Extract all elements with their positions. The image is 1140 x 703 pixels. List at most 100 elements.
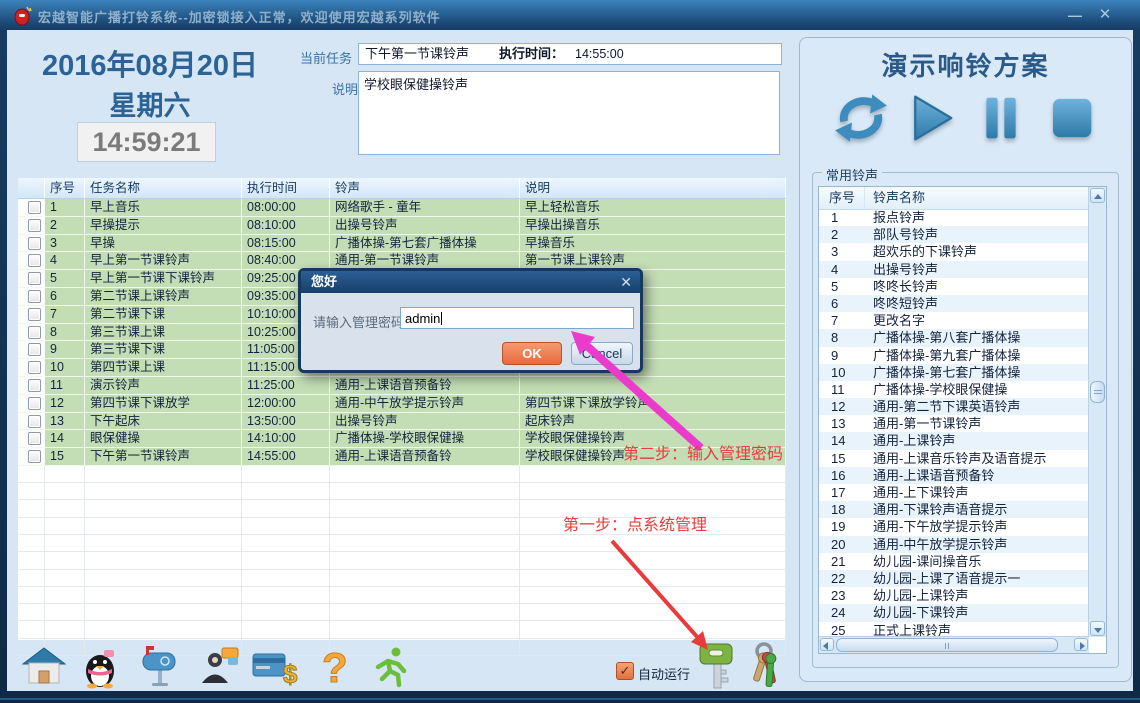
play-icon[interactable] <box>904 90 958 146</box>
row-checkbox[interactable] <box>28 201 41 214</box>
empty-cell <box>85 621 242 637</box>
stop-icon[interactable] <box>1044 90 1098 146</box>
list-item[interactable]: 6咚咚短铃声 <box>819 295 1089 312</box>
list-item[interactable]: 14通用-上课铃声 <box>819 432 1089 449</box>
list-item[interactable]: 8广播体操-第八套广播体操 <box>819 329 1089 346</box>
table-row[interactable]: 12第四节课下课放学12:00:00通用-中午放学提示铃声第四节课下课放学铃声 <box>18 395 786 413</box>
clock-display: 14:59:21 <box>77 122 216 162</box>
scroll-right-button[interactable] <box>1074 638 1088 651</box>
table-row[interactable]: 3早操08:15:00广播体操-第七套广播体操早操音乐 <box>18 235 786 253</box>
horizontal-scrollbar[interactable] <box>819 636 1089 653</box>
empty-cell <box>85 483 242 499</box>
row-checkbox[interactable] <box>28 290 41 303</box>
empty-cell <box>85 500 242 516</box>
list-item[interactable]: 16通用-上课语音预备铃 <box>819 467 1089 484</box>
list-item[interactable]: 2部队号铃声 <box>819 226 1089 243</box>
list-item[interactable]: 20通用-中午放学提示铃声 <box>819 536 1089 553</box>
row-checkbox[interactable] <box>28 432 41 445</box>
scroll-down-button[interactable] <box>1090 621 1105 636</box>
table-cell: 8 <box>45 324 85 341</box>
empty-cell <box>85 570 242 586</box>
minimize-button[interactable]: — <box>1062 5 1088 25</box>
list-item-name: 幼儿园-上课了语音提示一 <box>865 570 1020 587</box>
list-item[interactable]: 23幼儿园-上课铃声 <box>819 587 1089 604</box>
table-cell: 出操号铃声 <box>330 413 520 430</box>
row-checkbox[interactable] <box>28 397 41 410</box>
mailbox-icon[interactable] <box>138 645 182 689</box>
list-item[interactable]: 12通用-第二节下课英语铃声 <box>819 398 1089 415</box>
list-item[interactable]: 4出操号铃声 <box>819 261 1089 278</box>
row-checkbox[interactable] <box>28 361 41 374</box>
row-checkbox[interactable] <box>28 308 41 321</box>
close-button[interactable]: ✕ <box>1092 5 1118 25</box>
password-input[interactable]: admin <box>400 307 634 329</box>
row-checkbox[interactable] <box>28 379 41 392</box>
row-checkbox[interactable] <box>28 415 41 428</box>
list-item[interactable]: 15通用-上课音乐铃声及语音提示 <box>819 450 1089 467</box>
list-item[interactable]: 3超欢乐的下课铃声 <box>819 243 1089 260</box>
list-item[interactable]: 7更改名字 <box>819 312 1089 329</box>
window-title: 宏越智能广播打铃系统--加密锁接入正常，欢迎使用宏越系列软件 <box>38 7 441 26</box>
help-icon[interactable]: ? <box>314 645 358 689</box>
auto-run-checkbox[interactable]: ✓ <box>616 662 634 680</box>
exit-runner-icon[interactable] <box>368 645 412 689</box>
table-row[interactable]: 2早操提示08:10:00出操号铃声早操出操音乐 <box>18 217 786 235</box>
payment-card-icon[interactable]: $ <box>251 645 301 689</box>
list-item[interactable]: 18通用-下课铃声语音提示 <box>819 501 1089 518</box>
ok-button[interactable]: OK <box>502 342 562 365</box>
list-item[interactable]: 1报点铃声 <box>819 209 1089 226</box>
scroll-left-button[interactable] <box>820 638 834 651</box>
table-cell: 第四节课上课 <box>85 359 242 376</box>
qq-penguin-icon[interactable] <box>78 645 122 689</box>
empty-cell <box>85 552 242 568</box>
empty-cell <box>18 483 45 499</box>
home-icon[interactable] <box>22 645 66 689</box>
row-checkbox[interactable] <box>28 326 41 339</box>
horizontal-scroll-thumb[interactable] <box>836 638 1058 652</box>
row-checkbox[interactable] <box>28 450 41 463</box>
bell-list-header: 序号 铃声名称 <box>819 187 1089 210</box>
title-bar: 宏越智能广播打铃系统--加密锁接入正常，欢迎使用宏越系列软件 — ✕ <box>0 0 1140 30</box>
row-checkbox[interactable] <box>28 272 41 285</box>
vertical-scroll-thumb[interactable] <box>1090 381 1105 403</box>
list-item[interactable]: 5咚咚长铃声 <box>819 278 1089 295</box>
list-item-name: 更改名字 <box>865 312 925 329</box>
table-row[interactable]: 13下午起床13:50:00出操号铃声起床铃声 <box>18 413 786 431</box>
current-task-field[interactable]: 下午第一节课铃声 执行时间： 14:55:00 <box>358 43 782 65</box>
list-item[interactable]: 17通用-上下课铃声 <box>819 484 1089 501</box>
dialog-title: 您好 <box>301 271 640 293</box>
scroll-up-button[interactable] <box>1090 188 1105 203</box>
table-row[interactable]: 11演示铃声11:25:00通用-上课语音预备铃 <box>18 377 786 395</box>
cancel-button[interactable]: Cancel <box>571 342 633 365</box>
table-cell: 14:10:00 <box>242 430 330 447</box>
list-item[interactable]: 19通用-下午放学提示铃声 <box>819 518 1089 535</box>
list-item[interactable]: 9广播体操-第九套广播体操 <box>819 347 1089 364</box>
list-item[interactable]: 21幼儿园-课间操音乐 <box>819 553 1089 570</box>
keys-bundle-icon[interactable] <box>740 642 784 692</box>
table-cell: 早上音乐 <box>85 199 242 216</box>
pause-icon[interactable] <box>974 90 1028 146</box>
list-item[interactable]: 13通用-第一节课铃声 <box>819 415 1089 432</box>
svg-text:?: ? <box>322 645 348 689</box>
list-item-name: 咚咚长铃声 <box>865 278 938 295</box>
description-field[interactable]: 学校眼保健操铃声 <box>358 71 780 155</box>
list-item[interactable]: 10广播体操-第七套广播体操 <box>819 364 1089 381</box>
list-item[interactable]: 11广播体操-学校眼保健操 <box>819 381 1089 398</box>
row-checkbox[interactable] <box>28 237 41 250</box>
table-row[interactable]: 1早上音乐08:00:00网络歌手 - 童年早上轻松音乐 <box>18 199 786 217</box>
empty-cell <box>18 518 45 534</box>
row-checkbox[interactable] <box>28 343 41 356</box>
dialog-close-icon[interactable]: ✕ <box>620 271 632 293</box>
list-item-name: 通用-上课音乐铃声及语音提示 <box>865 450 1046 467</box>
table-cell: 早操 <box>85 235 242 252</box>
list-item[interactable]: 22幼儿园-上课了语音提示一 <box>819 570 1089 587</box>
contact-person-icon[interactable] <box>198 645 242 689</box>
row-checkbox[interactable] <box>28 254 41 267</box>
empty-cell <box>45 604 85 620</box>
list-item-index: 15 <box>819 450 865 467</box>
list-item[interactable]: 24幼儿园-下课铃声 <box>819 604 1089 621</box>
system-admin-key-icon[interactable] <box>697 642 735 692</box>
row-checkbox[interactable] <box>28 219 41 232</box>
vertical-scrollbar[interactable] <box>1088 187 1106 637</box>
refresh-icon[interactable] <box>834 90 888 146</box>
